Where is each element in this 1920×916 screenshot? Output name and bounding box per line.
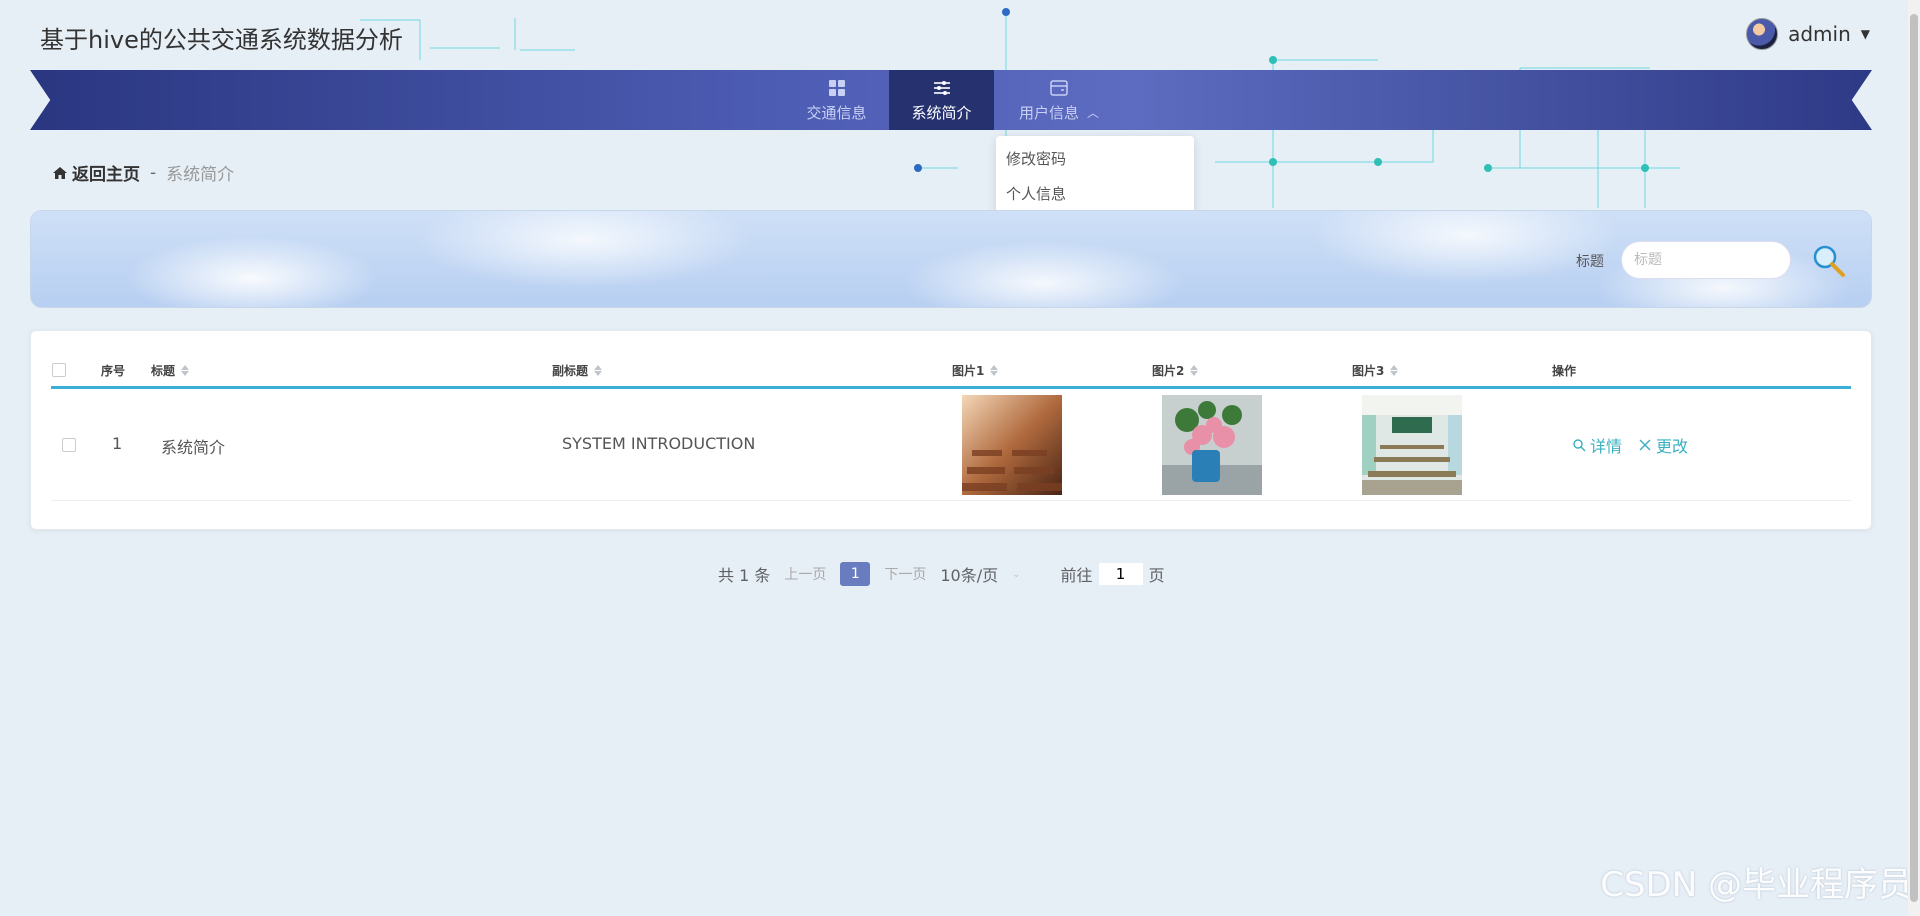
grid-icon <box>827 78 847 98</box>
search-icon[interactable] <box>1811 243 1847 279</box>
watermark: CSDN @毕业程序员 <box>1600 865 1912 905</box>
detail-button[interactable]: 详情 <box>1572 433 1622 457</box>
cell-subtitle: SYSTEM INTRODUCTION <box>562 434 756 453</box>
image3-thumbnail[interactable] <box>1362 395 1462 495</box>
next-page-button[interactable]: 下一页 <box>884 564 926 584</box>
detail-label: 详情 <box>1590 437 1623 456</box>
breadcrumb-home[interactable]: 返回主页 <box>52 160 140 185</box>
breadcrumb-home-label: 返回主页 <box>72 165 140 185</box>
page-unit-label: 页 <box>1148 566 1165 585</box>
goto-label: 前往 <box>1060 566 1093 585</box>
prev-page-button[interactable]: 上一页 <box>784 564 826 584</box>
header-image1[interactable]: 图片1 <box>952 362 999 379</box>
detail-icon <box>1573 439 1586 452</box>
edit-button[interactable]: 更改 <box>1638 433 1688 457</box>
chevron-down-icon: ⌄ <box>1012 568 1021 580</box>
home-icon <box>53 166 67 179</box>
nav-item-intro[interactable]: 系统简介 <box>889 70 994 130</box>
user-menu[interactable]: admin ▼ <box>1746 18 1870 50</box>
breadcrumb-separator: - <box>150 162 157 183</box>
header-actions: 操作 <box>1552 364 1577 378</box>
avatar <box>1746 18 1779 50</box>
cell-title: 系统简介 <box>161 438 226 457</box>
header-image2[interactable]: 图片2 <box>1152 362 1199 379</box>
sort-icon[interactable] <box>1390 365 1399 376</box>
header-subtitle[interactable]: 副标题 <box>552 362 603 379</box>
app-title: 基于hive的公共交通系统数据分析 <box>40 26 403 54</box>
breadcrumb: 返回主页 - 系统简介 <box>52 160 234 185</box>
nav-item-traffic[interactable]: 交通信息 <box>784 70 889 130</box>
vertical-scrollbar[interactable] <box>1908 0 1920 916</box>
sort-icon[interactable] <box>181 365 190 376</box>
data-table-card: 序号 标题 副标题 图片1 图片2 图片3 操作 1 系统简介 SYSTEM I… <box>30 330 1872 530</box>
search-label: 标题 <box>1576 254 1604 270</box>
header-image3[interactable]: 图片3 <box>1352 362 1399 379</box>
nav-label: 用户信息 <box>1018 103 1079 122</box>
user-dropdown: 修改密码 个人信息 <box>996 136 1194 216</box>
goto-page-input[interactable] <box>1098 563 1143 585</box>
sort-icon[interactable] <box>990 365 999 376</box>
header-title[interactable]: 标题 <box>151 362 190 379</box>
user-name: admin <box>1788 22 1851 46</box>
caret-down-icon: ▼ <box>1860 27 1870 41</box>
sort-icon[interactable] <box>1190 365 1199 376</box>
pagination-total: 共 1 条 <box>718 566 771 585</box>
main-nav: 交通信息 系统简介 用户信息 ︿ <box>784 70 1124 130</box>
header-index: 序号 <box>101 364 126 378</box>
scrollbar-thumb[interactable] <box>1910 14 1918 902</box>
edit-icon <box>1639 439 1651 451</box>
nav-item-user[interactable]: 用户信息 ︿ <box>994 70 1124 130</box>
search-input[interactable] <box>1621 241 1791 279</box>
sort-icon[interactable] <box>594 365 603 376</box>
page-size-value: 10条/页 <box>940 566 999 585</box>
edit-label: 更改 <box>1656 437 1689 456</box>
pagination: 共 1 条 上一页 1 下一页 10条/页 ⌄ 前往 页 <box>718 562 1179 586</box>
image1-thumbnail[interactable] <box>962 395 1062 495</box>
dropdown-item-change-password[interactable]: 修改密码 <box>996 142 1194 177</box>
table-header: 序号 标题 副标题 图片1 图片2 图片3 操作 <box>51 349 1851 389</box>
image2-thumbnail[interactable] <box>1162 395 1262 495</box>
select-all-checkbox[interactable] <box>52 363 66 377</box>
row-checkbox[interactable] <box>62 438 76 452</box>
cell-index: 1 <box>112 434 123 453</box>
dropdown-item-profile[interactable]: 个人信息 <box>996 177 1194 212</box>
breadcrumb-current: 系统简介 <box>166 165 235 185</box>
sliders-icon <box>932 78 952 98</box>
nav-label: 系统简介 <box>911 103 972 122</box>
page-size-select[interactable]: 10条/页 ⌄ <box>940 562 1020 586</box>
nav-label: 交通信息 <box>806 103 867 122</box>
wallet-icon <box>1049 78 1069 98</box>
search-panel: 标题 <box>30 210 1872 308</box>
chevron-up-icon: ︿ <box>1087 105 1100 120</box>
row-actions: 详情 更改 <box>1572 433 1688 457</box>
table-row: 1 系统简介 SYSTEM INTRODUCTION 详情 更改 <box>51 389 1851 501</box>
data-table: 序号 标题 副标题 图片1 图片2 图片3 操作 1 系统简介 SYSTEM I… <box>51 349 1851 501</box>
page-number-current[interactable]: 1 <box>840 562 871 586</box>
